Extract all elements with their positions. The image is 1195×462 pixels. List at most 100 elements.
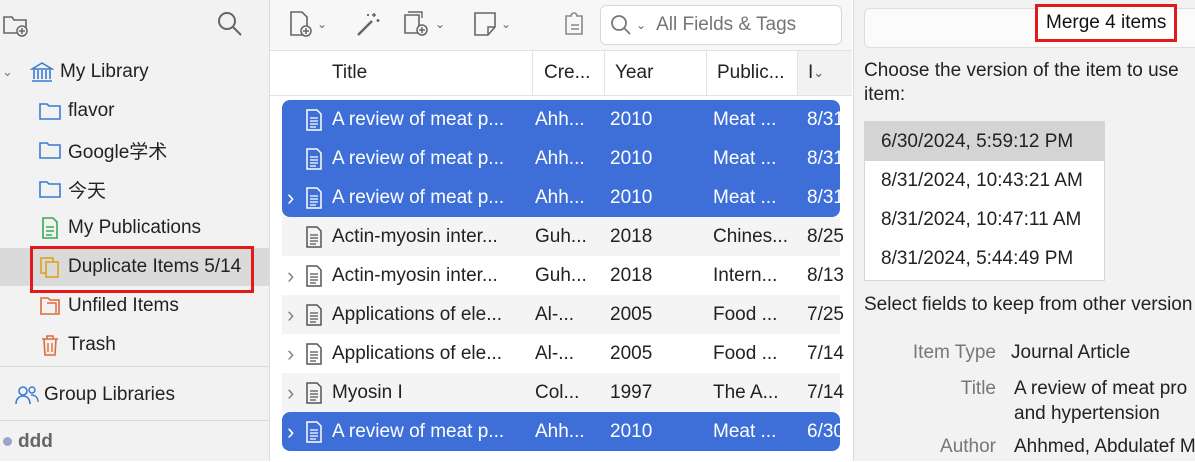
cell-year: 2010 — [610, 147, 653, 169]
document-icon — [304, 100, 328, 139]
field-label-title: Title — [960, 378, 996, 399]
attachment-icon — [404, 11, 428, 36]
items-pane: ⌄ ⌄ ⌄ ⌄ Title Cre... Year Public... I ⌄ — [270, 0, 852, 461]
sidebar-item-label: Unfiled Items — [68, 295, 179, 316]
chevron-right-icon[interactable]: › — [287, 334, 294, 373]
new-attachment-button[interactable]: ⌄ — [402, 8, 445, 40]
version-item[interactable]: 8/31/2024, 10:47:11 AM — [865, 200, 1104, 239]
chevron-down-icon: ⌄ — [501, 17, 512, 31]
table-row[interactable]: › Applications of ele... Al-... 2005 Food ..… — [282, 334, 844, 373]
cell-title: A review of meat p... — [332, 108, 505, 130]
cell-date: 8/31 — [807, 186, 844, 208]
chevron-right-icon[interactable]: › — [287, 256, 294, 295]
locate-button[interactable] — [560, 8, 588, 40]
chevron-right-icon[interactable]: › — [287, 412, 294, 451]
search-field[interactable]: ⌄ — [600, 5, 842, 45]
cell-date: 7/25 — [807, 303, 844, 325]
cell-publication: Food ... — [713, 342, 778, 364]
new-item-button[interactable]: ⌄ — [288, 8, 327, 40]
cell-publication: Meat ... — [713, 186, 777, 208]
new-note-button[interactable]: ⌄ — [472, 8, 511, 40]
sidebar-item-label: Google学术 — [68, 141, 168, 163]
field-value-line: and hypertension — [1014, 403, 1160, 424]
sidebar-item-today[interactable]: 今天 — [0, 170, 269, 208]
cell-title: A review of meat p... — [332, 186, 505, 208]
column-year[interactable]: Year — [605, 51, 707, 95]
version-list[interactable]: 6/30/2024, 5:59:12 PM 8/31/2024, 10:43:2… — [864, 121, 1105, 281]
table-row[interactable]: › Myosin I Col... 1997 The A... 7/14 — [282, 373, 844, 412]
merge-button[interactable]: Merge 4 items — [1035, 4, 1178, 42]
trash-icon — [38, 333, 62, 357]
duplicate-items-highlight — [30, 246, 254, 293]
document-icon — [304, 373, 328, 412]
select-fields-text: Select fields to keep from other version — [864, 294, 1193, 315]
puzzle-icon — [565, 12, 583, 35]
document-icon — [304, 412, 328, 451]
document-icon — [304, 256, 328, 295]
sidebar-item-label: flavor — [68, 100, 115, 121]
version-item[interactable]: 8/31/2024, 5:44:49 PM — [865, 239, 1104, 278]
cell-publication: Chines... — [713, 225, 788, 247]
sidebar-item-flavor[interactable]: flavor — [0, 92, 269, 130]
table-row[interactable]: › Actin-myosin inter... Guh... 2018 Intern..… — [282, 256, 844, 295]
cell-publication: Intern... — [713, 264, 778, 286]
field-value-author: Ahhmed, Abdulatef M — [1014, 436, 1195, 457]
choose-text-line: Choose the version of the item to use — [864, 60, 1179, 81]
sidebar-item-trash[interactable]: Trash — [0, 326, 269, 364]
sidebar-item-google-scholar[interactable]: Google学术 — [0, 131, 269, 169]
chevron-down-icon[interactable]: ⌄ — [636, 18, 646, 32]
sidebar-item-unfiled[interactable]: Unfiled Items — [0, 287, 269, 325]
table-row[interactable]: A review of meat p... Ahh... 2010 Meat ... 8… — [282, 100, 844, 139]
table-row[interactable]: Actin-myosin inter... Guh... 2018 Chines...… — [282, 217, 844, 256]
cell-creator: Al-... — [535, 342, 575, 364]
sidebar-item-group-libraries[interactable]: Group Libraries — [0, 376, 269, 414]
sidebar-item-my-library[interactable]: ⌄ My Library — [0, 53, 269, 91]
column-title[interactable]: Title — [270, 51, 533, 95]
cell-date: 7/14 — [807, 381, 844, 403]
new-item-icon — [290, 11, 312, 37]
column-date-added[interactable]: I ⌄ — [798, 51, 852, 95]
add-by-identifier-button[interactable] — [354, 8, 382, 40]
cell-date: 8/31 — [807, 108, 844, 130]
version-item[interactable]: 6/30/2024, 5:59:12 PM — [865, 122, 1104, 161]
merge-pane: Merge 4 items Choose the version of the … — [853, 0, 1195, 461]
sidebar-item-label: 今天 — [68, 180, 107, 202]
chevron-right-icon[interactable]: › — [287, 295, 294, 334]
column-label: Title — [332, 62, 368, 83]
table-row[interactable]: › Applications of ele... Al-... 2005 Food ..… — [282, 295, 844, 334]
document-icon — [304, 139, 328, 178]
choose-text-line: item: — [864, 84, 906, 105]
cell-publication: Meat ... — [713, 420, 777, 442]
cell-creator: Col... — [535, 381, 580, 403]
version-label: 8/31/2024, 5:44:49 PM — [881, 247, 1074, 269]
column-publication[interactable]: Public... — [707, 51, 798, 95]
table-row[interactable]: › A review of meat p... Ahh... 2010 Meat ...… — [282, 178, 844, 217]
version-label: 8/31/2024, 10:43:21 AM — [881, 169, 1083, 191]
cell-title: Applications of ele... — [332, 342, 503, 364]
cell-creator: Ahh... — [535, 420, 585, 442]
status-dot — [3, 437, 12, 446]
note-icon — [474, 12, 496, 36]
column-label: Cre... — [544, 62, 591, 83]
table-row[interactable]: A review of meat p... Ahh... 2010 Meat ... 8… — [282, 139, 844, 178]
version-item[interactable]: 8/31/2024, 10:43:21 AM — [865, 161, 1104, 200]
new-collection-icon[interactable] — [2, 11, 30, 45]
cell-title: A review of meat p... — [332, 147, 505, 169]
chevron-down-icon[interactable]: ⌄ — [2, 64, 16, 80]
search-icon[interactable] — [216, 10, 244, 44]
cell-date: 8/31 — [807, 147, 844, 169]
cell-publication: Meat ... — [713, 108, 777, 130]
chevron-right-icon[interactable]: › — [287, 373, 294, 412]
column-creator[interactable]: Cre... — [533, 51, 605, 95]
table-row[interactable]: › A review of meat p... Ahh... 2010 Meat ...… — [282, 412, 844, 451]
cell-year: 2010 — [610, 186, 653, 208]
search-input[interactable] — [654, 13, 839, 37]
chevron-down-icon: ⌄ — [813, 65, 825, 80]
folder-icon — [38, 177, 62, 201]
sidebar-item-my-publications[interactable]: My Publications — [0, 209, 269, 247]
field-value-title: A review of meat pro and hypertension — [1014, 376, 1187, 426]
cell-creator: Ahh... — [535, 186, 585, 208]
chevron-right-icon[interactable]: › — [287, 178, 294, 217]
cell-date: 8/13 — [807, 264, 844, 286]
field-value-line: A review of meat pro — [1014, 378, 1188, 399]
